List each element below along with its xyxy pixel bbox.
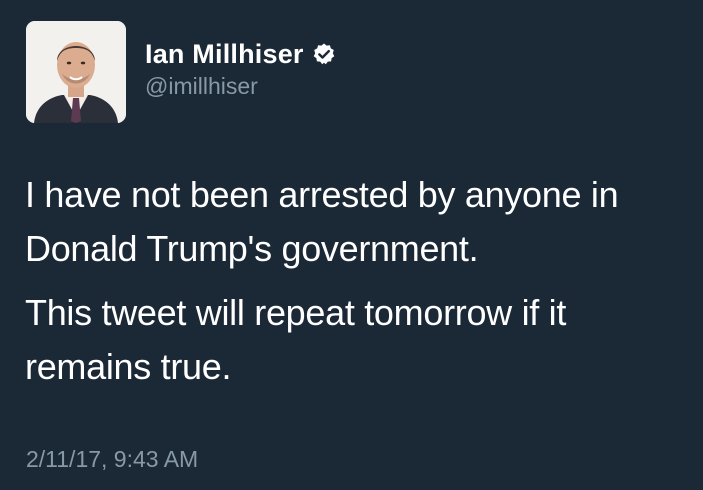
author-display-name[interactable]: Ian Millhiser	[145, 39, 304, 70]
profile-photo-icon	[26, 21, 126, 123]
tweet-text: I have not been arrested by anyone in Do…	[25, 168, 695, 404]
avatar[interactable]	[26, 21, 126, 123]
tweet-card: Ian Millhiser @imillhiser I have not bee…	[0, 0, 703, 490]
tweet-author: Ian Millhiser @imillhiser	[145, 36, 336, 100]
verified-badge-icon	[312, 42, 336, 66]
author-handle[interactable]: @imillhiser	[145, 73, 336, 100]
tweet-paragraph: I have not been arrested by anyone in Do…	[25, 174, 619, 269]
author-name-row: Ian Millhiser	[145, 36, 336, 72]
tweet-paragraph: This tweet will repeat tomorrow if it re…	[25, 292, 567, 387]
tweet-timestamp[interactable]: 2/11/17, 9:43 AM	[26, 446, 198, 473]
